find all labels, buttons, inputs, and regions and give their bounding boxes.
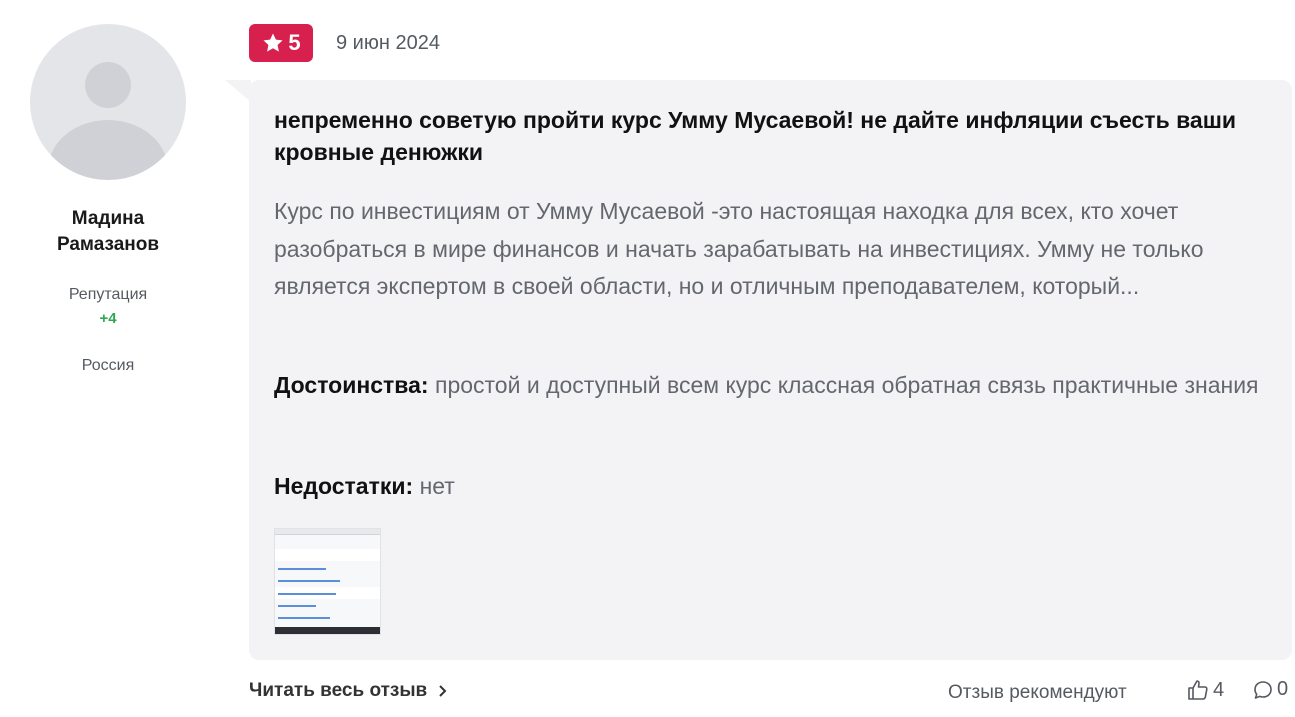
review-photo-thumbnail[interactable]	[274, 528, 381, 635]
avatar[interactable]	[30, 24, 186, 180]
thumbnail-line	[278, 617, 330, 619]
thumbnail-line	[278, 580, 340, 582]
avatar-body	[48, 120, 168, 180]
thumbs-up-icon	[1188, 680, 1208, 700]
review-date: 9 июн 2024	[336, 32, 440, 54]
review-text: Курс по инвестициям от Умму Мусаевой -эт…	[274, 198, 1204, 299]
star-icon	[263, 33, 283, 52]
comments-count: 0	[1277, 678, 1289, 700]
reputation-value: +4	[99, 310, 117, 327]
comments-button[interactable]: 0	[1252, 678, 1288, 701]
thumbnail-line	[278, 568, 326, 570]
thumbnail-line	[278, 593, 336, 595]
avatar-head	[85, 62, 131, 108]
pros-label: Достоинства:	[274, 372, 429, 398]
reputation-label: Репутация	[68, 286, 148, 303]
bubble-tail	[225, 80, 251, 102]
read-more-label[interactable]: Читать весь отзыв	[249, 680, 427, 702]
comment-icon	[1254, 680, 1272, 699]
review-title[interactable]: непременно советую пройти курс Умму Муса…	[274, 104, 1264, 168]
thumbnail-window-bar	[275, 529, 380, 535]
chevron-right-icon	[439, 685, 447, 697]
rating-badge: 5	[249, 24, 313, 62]
pros-text: простой и доступный всем курс классная о…	[434, 372, 1259, 398]
likes-count: 4	[1213, 678, 1225, 701]
like-button[interactable]: 4	[1186, 678, 1224, 702]
author-last-name[interactable]: Рамазанов	[20, 232, 196, 258]
recommend-label: Отзыв рекомендуют	[948, 682, 1127, 703]
author-first-name[interactable]: Мадина	[20, 206, 196, 232]
rating-value: 5	[288, 30, 301, 55]
author-country: Россия	[81, 357, 135, 374]
read-full-review-link[interactable]: Читать весь отзыв	[249, 680, 447, 702]
thumbnail-taskbar	[275, 627, 380, 634]
cons-text: нет	[419, 473, 455, 499]
cons-label: Недостатки:	[274, 473, 414, 499]
review-pros: Достоинства: простой и доступный всем ку…	[274, 367, 1264, 405]
thumbnail-band	[275, 549, 380, 561]
author-name[interactable]: Мадина Рамазанов	[20, 206, 196, 258]
thumbnail-line	[278, 605, 316, 607]
review-cons: Недостатки: нет	[274, 468, 1264, 506]
